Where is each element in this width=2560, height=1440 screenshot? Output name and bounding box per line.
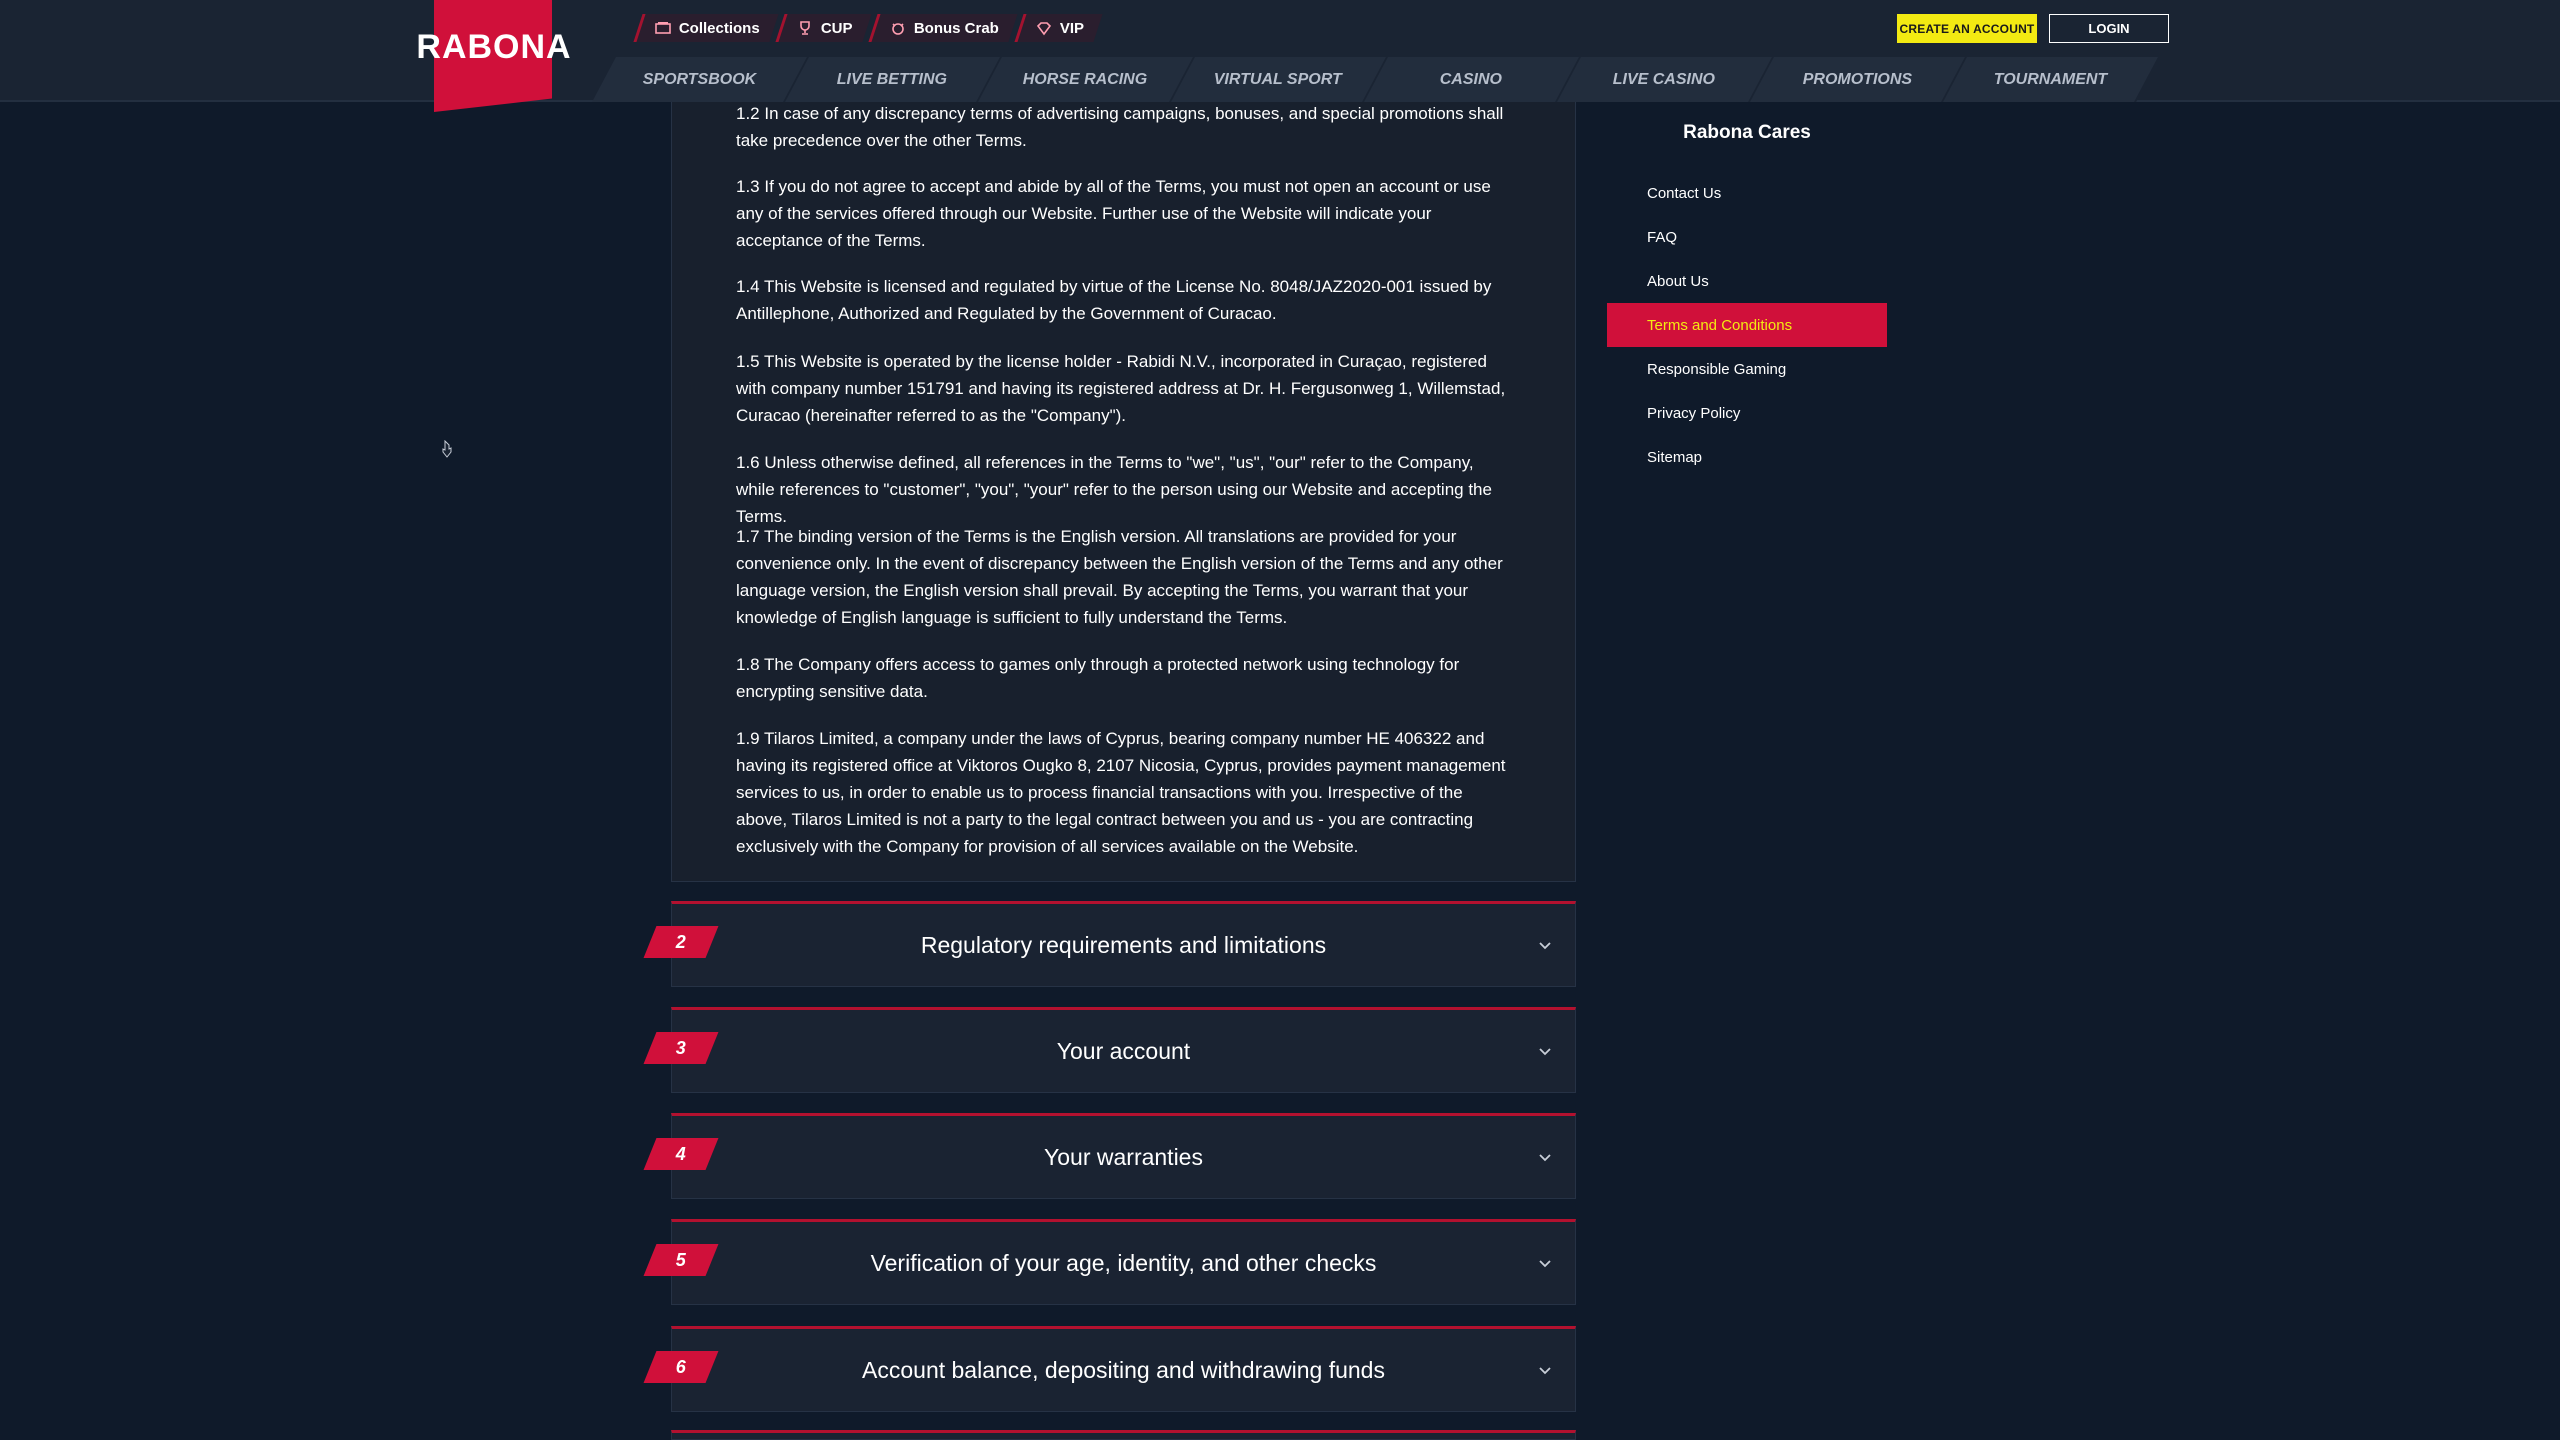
chevron-down-icon[interactable] bbox=[1537, 1362, 1553, 1378]
mainnav-promotions[interactable]: PROMOTIONS bbox=[1750, 57, 1967, 102]
sidebar-item-sitemap[interactable]: Sitemap bbox=[1607, 435, 1887, 479]
terms-paragraph-1-9: 1.9 Tilaros Limited, a company under the… bbox=[736, 729, 1506, 856]
mouse-cursor-icon bbox=[442, 440, 452, 458]
chevron-down-icon[interactable] bbox=[1537, 937, 1553, 953]
topnav-label: Bonus Crab bbox=[913, 19, 999, 37]
mainnav-live-casino[interactable]: LIVE CASINO bbox=[1557, 57, 1774, 102]
sidebar-item-faq[interactable]: FAQ bbox=[1607, 215, 1887, 259]
sidebar-item-responsible-gaming[interactable]: Responsible Gaming bbox=[1607, 347, 1887, 391]
terms-paragraph-1-5: 1.5 This Website is operated by the lice… bbox=[736, 352, 1506, 425]
chevron-down-icon[interactable] bbox=[1537, 1149, 1553, 1165]
crab-icon bbox=[891, 23, 904, 35]
logo-text: RABONA bbox=[416, 28, 572, 66]
mainnav-sportsbook[interactable]: SPORTSBOOK bbox=[592, 57, 809, 102]
terms-section-7-partial[interactable] bbox=[671, 1430, 1576, 1440]
mainnav-label: PROMOTIONS bbox=[1802, 70, 1913, 88]
mainnav-label: CASINO bbox=[1440, 70, 1503, 88]
mainnav-label: LIVE BETTING bbox=[837, 70, 948, 88]
sidebar-item-contact-us[interactable]: Contact Us bbox=[1607, 171, 1887, 215]
sidebar-title: Rabona Cares bbox=[1683, 122, 1811, 143]
site-header: RABONA Collections CUP Bonus Crab VIP CR… bbox=[0, 0, 2560, 112]
topnav-label: VIP bbox=[1059, 19, 1084, 37]
mainnav-label: VIRTUAL SPORT bbox=[1214, 70, 1343, 88]
terms-paragraph-1-8: 1.8 The Company offers access to games o… bbox=[736, 655, 1460, 701]
terms-section-3[interactable]: 3 Your account bbox=[643, 1007, 1576, 1093]
terms-paragraph-1-3: 1.3 If you do not agree to accept and ab… bbox=[736, 177, 1491, 250]
terms-paragraph-1-6: 1.6 Unless otherwise defined, all refere… bbox=[736, 453, 1492, 526]
mainnav-casino[interactable]: CASINO bbox=[1364, 57, 1581, 102]
topnav-label: CUP bbox=[820, 19, 853, 37]
collections-icon bbox=[655, 22, 671, 34]
login-button[interactable]: LOGIN bbox=[2049, 14, 2169, 43]
mainnav-label: HORSE RACING bbox=[1023, 70, 1148, 88]
section-title: Account balance, depositing and withdraw… bbox=[862, 1356, 1385, 1383]
topnav-label: Collections bbox=[679, 19, 760, 37]
mainnav-horse-racing[interactable]: HORSE RACING bbox=[978, 57, 1195, 102]
topnav-collections[interactable]: Collections bbox=[633, 14, 779, 42]
chevron-down-icon[interactable] bbox=[1537, 1043, 1553, 1059]
section-title: Your account bbox=[1056, 1037, 1191, 1064]
section-title: Verification of your age, identity, and … bbox=[870, 1249, 1377, 1276]
sidebar-item-privacy-policy[interactable]: Privacy Policy bbox=[1607, 391, 1887, 435]
sidebar-item-about-us[interactable]: About Us bbox=[1607, 259, 1887, 303]
terms-section-4[interactable]: 4 Your warranties bbox=[643, 1113, 1576, 1199]
terms-paragraph-1-2: 1.2 In case of any discrepancy terms of … bbox=[736, 104, 1504, 150]
section-title: Regulatory requirements and limitations bbox=[920, 931, 1327, 958]
mainnav-label: LIVE CASINO bbox=[1613, 70, 1716, 88]
terms-section-5[interactable]: 5 Verification of your age, identity, an… bbox=[643, 1219, 1576, 1305]
mainnav-label: TOURNAMENT bbox=[1993, 70, 2108, 88]
mainnav-tournament[interactable]: TOURNAMENT bbox=[1943, 57, 2160, 102]
terms-paragraph-1-7: 1.7 The binding version of the Terms is … bbox=[736, 527, 1503, 627]
create-account-button[interactable]: CREATE AN ACCOUNT bbox=[1897, 14, 2037, 43]
topnav-cup[interactable]: CUP bbox=[775, 14, 872, 42]
topnav-bonus-crab[interactable]: Bonus Crab bbox=[867, 14, 1018, 42]
trophy-icon bbox=[800, 21, 810, 35]
terms-section-2[interactable]: 2 Regulatory requirements and limitation… bbox=[643, 901, 1576, 987]
section-title: Your warranties bbox=[1044, 1143, 1203, 1170]
top-nav: Collections CUP Bonus Crab VIP bbox=[633, 14, 1103, 42]
mainnav-virtual-sport[interactable]: VIRTUAL SPORT bbox=[1171, 57, 1388, 102]
diamond-icon bbox=[1036, 22, 1051, 36]
terms-section-6[interactable]: 6 Account balance, depositing and withdr… bbox=[643, 1326, 1576, 1412]
chevron-down-icon[interactable] bbox=[1537, 1255, 1553, 1271]
topnav-vip[interactable]: VIP bbox=[1013, 14, 1103, 42]
mainnav-label: SPORTSBOOK bbox=[642, 70, 757, 88]
main-nav: SPORTSBOOK LIVE BETTING HORSE RACING VIR… bbox=[592, 57, 2160, 102]
mainnav-live-betting[interactable]: LIVE BETTING bbox=[785, 57, 1002, 102]
terms-paragraph-1-4: 1.4 This Website is licensed and regulat… bbox=[736, 277, 1492, 323]
sidebar-item-terms-and-conditions[interactable]: Terms and Conditions bbox=[1607, 303, 1887, 347]
